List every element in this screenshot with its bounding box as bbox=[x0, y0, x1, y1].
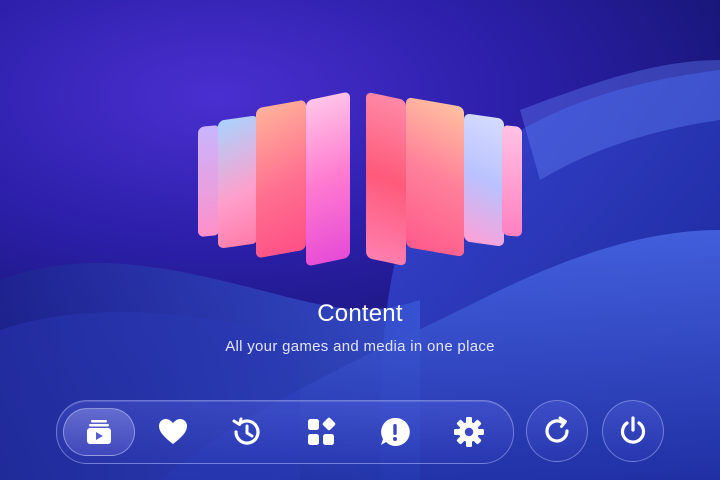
power-icon bbox=[620, 416, 646, 444]
card-right-1 bbox=[366, 91, 406, 267]
history-icon bbox=[232, 417, 260, 445]
media-library-icon bbox=[87, 420, 111, 444]
page-subtitle: All your games and media in one place bbox=[225, 338, 495, 355]
power-button[interactable] bbox=[602, 400, 664, 462]
dock-item-recent[interactable] bbox=[211, 408, 283, 456]
gear-icon bbox=[454, 417, 484, 447]
restart-icon bbox=[545, 416, 569, 443]
main-dock bbox=[56, 400, 514, 464]
card-right-2 bbox=[406, 96, 464, 258]
dock-item-notifications[interactable] bbox=[359, 408, 431, 456]
restart-button[interactable] bbox=[526, 400, 588, 462]
card-right-4 bbox=[502, 124, 522, 238]
card-left-1 bbox=[306, 91, 350, 267]
content-illustration bbox=[190, 91, 530, 272]
dock-item-settings[interactable] bbox=[433, 408, 505, 456]
card-left-3 bbox=[218, 115, 258, 249]
card-left-2 bbox=[256, 99, 306, 259]
alert-bubble-icon bbox=[381, 417, 410, 446]
apps-grid-icon bbox=[308, 417, 336, 445]
heart-icon bbox=[159, 419, 187, 444]
page-title: Content bbox=[317, 300, 403, 327]
dock-item-content[interactable] bbox=[63, 408, 135, 456]
card-left-4 bbox=[198, 124, 220, 238]
dock-item-favorites[interactable] bbox=[137, 408, 209, 456]
card-right-3 bbox=[464, 113, 504, 247]
dock-item-apps[interactable] bbox=[285, 408, 357, 456]
